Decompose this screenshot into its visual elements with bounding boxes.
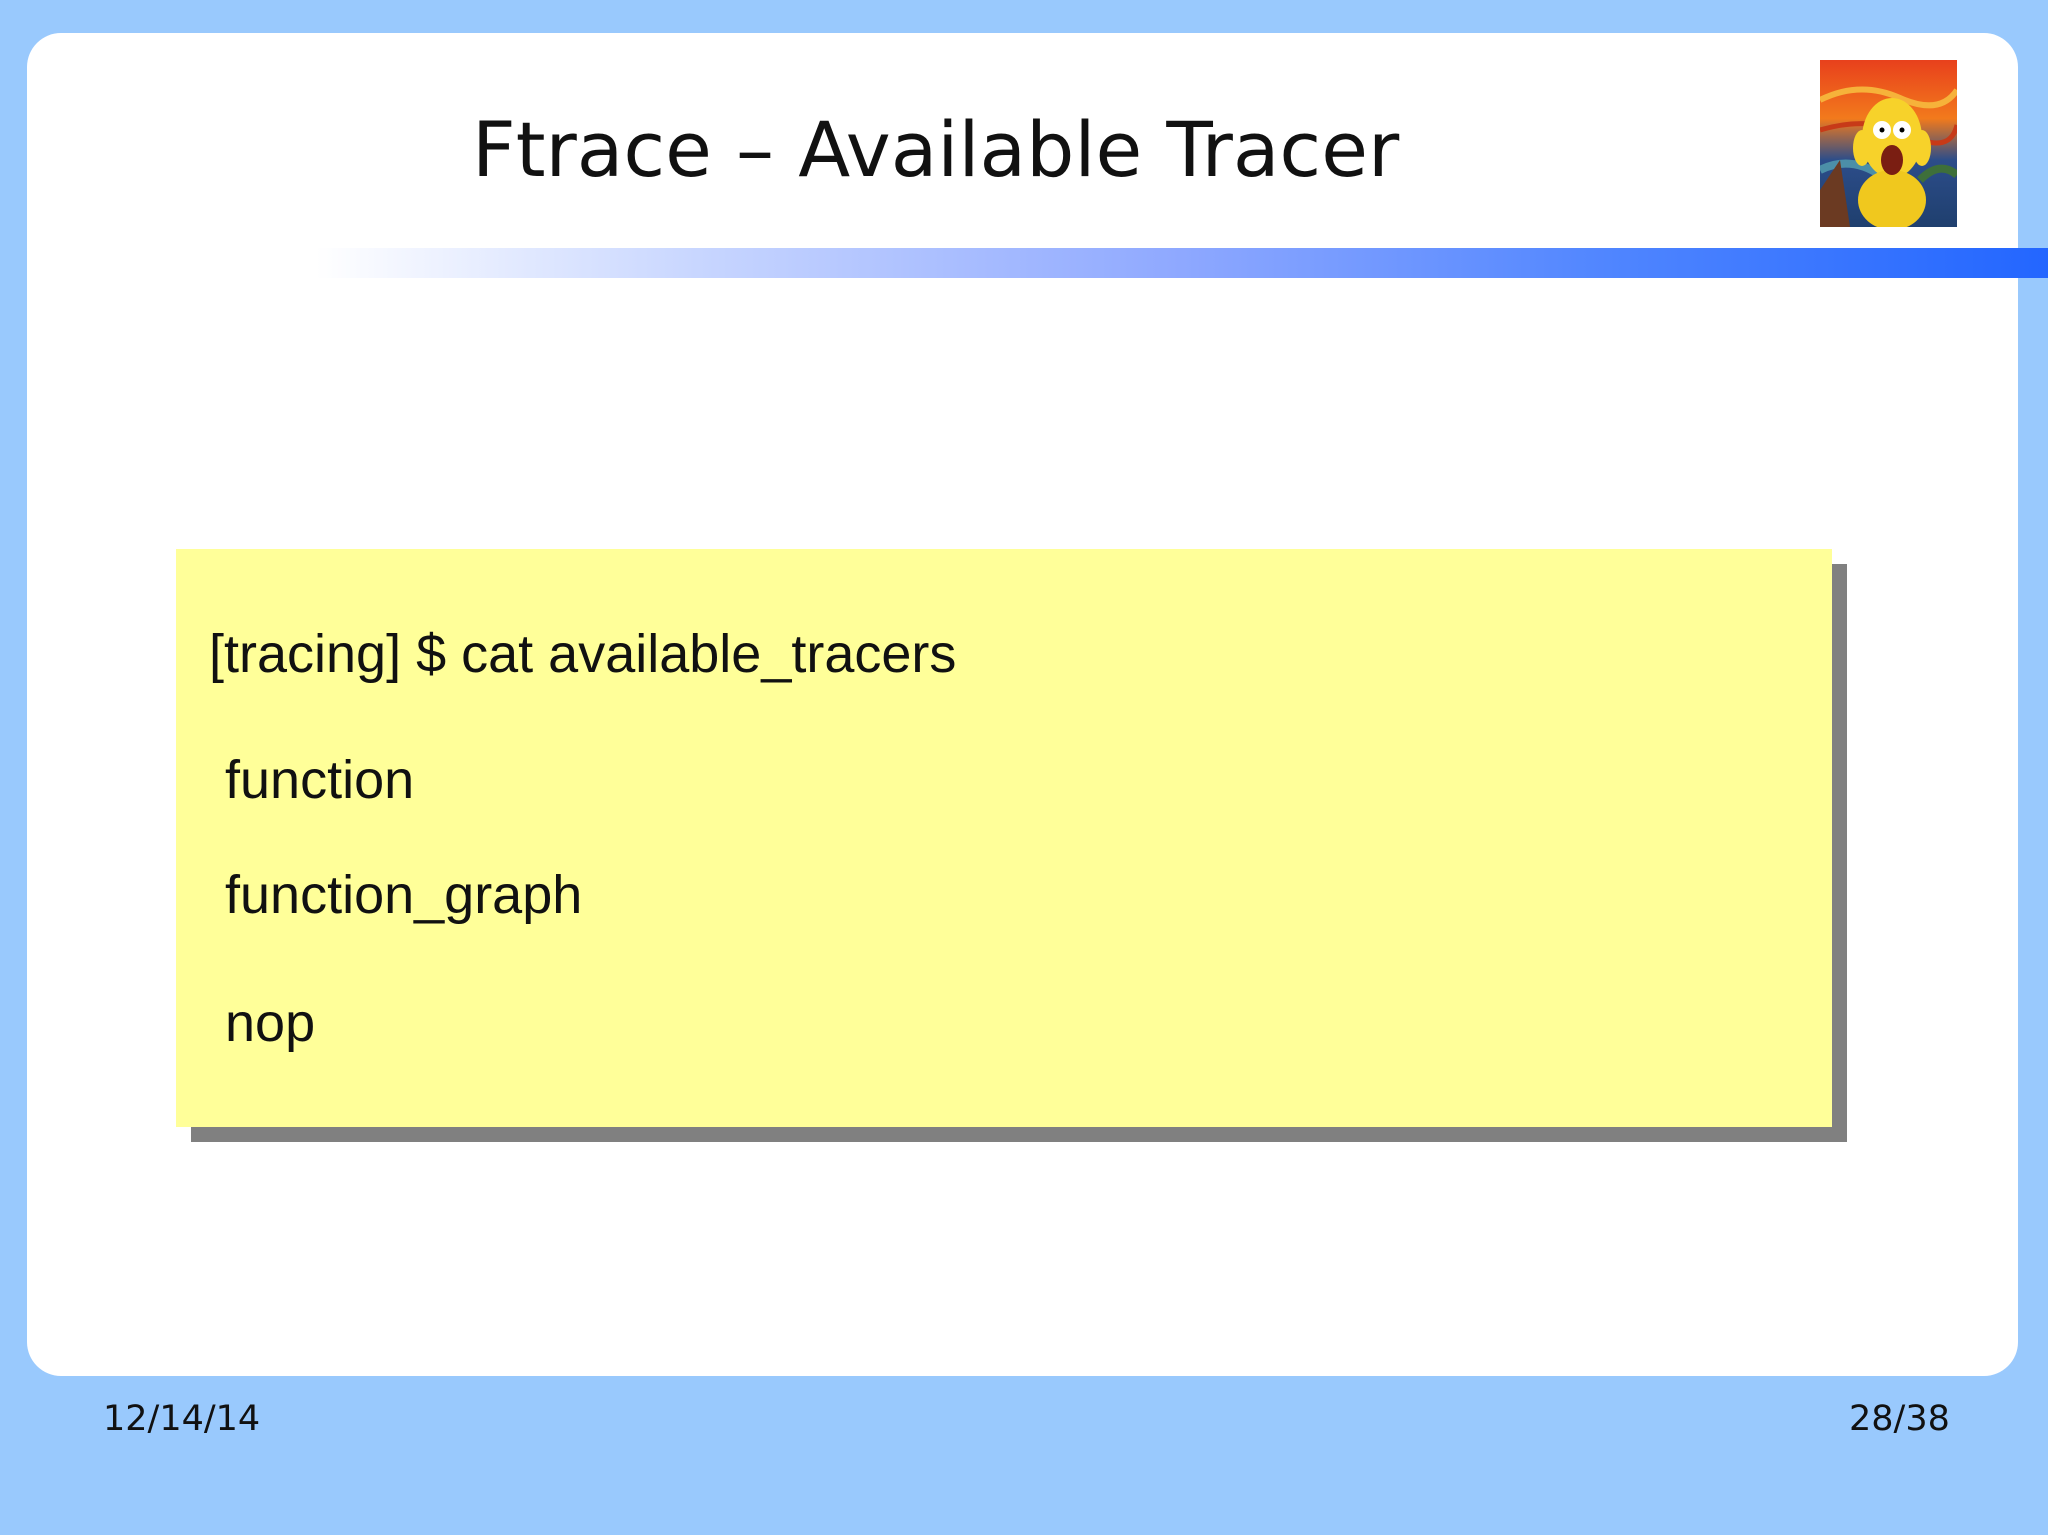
code-output-line: nop [225,993,316,1053]
code-output-line: function [225,750,415,810]
title-underline-bar [316,248,2048,278]
footer-date: 12/14/14 [103,1399,261,1439]
code-command-line: [tracing] $ cat available_tracers [209,624,957,684]
cartoon-scream-icon [1820,60,1957,227]
slide-title: Ftrace – Available Tracer [472,105,1400,194]
code-output-line: function_graph [225,865,583,925]
footer-page-number: 28/38 [1849,1399,1950,1439]
